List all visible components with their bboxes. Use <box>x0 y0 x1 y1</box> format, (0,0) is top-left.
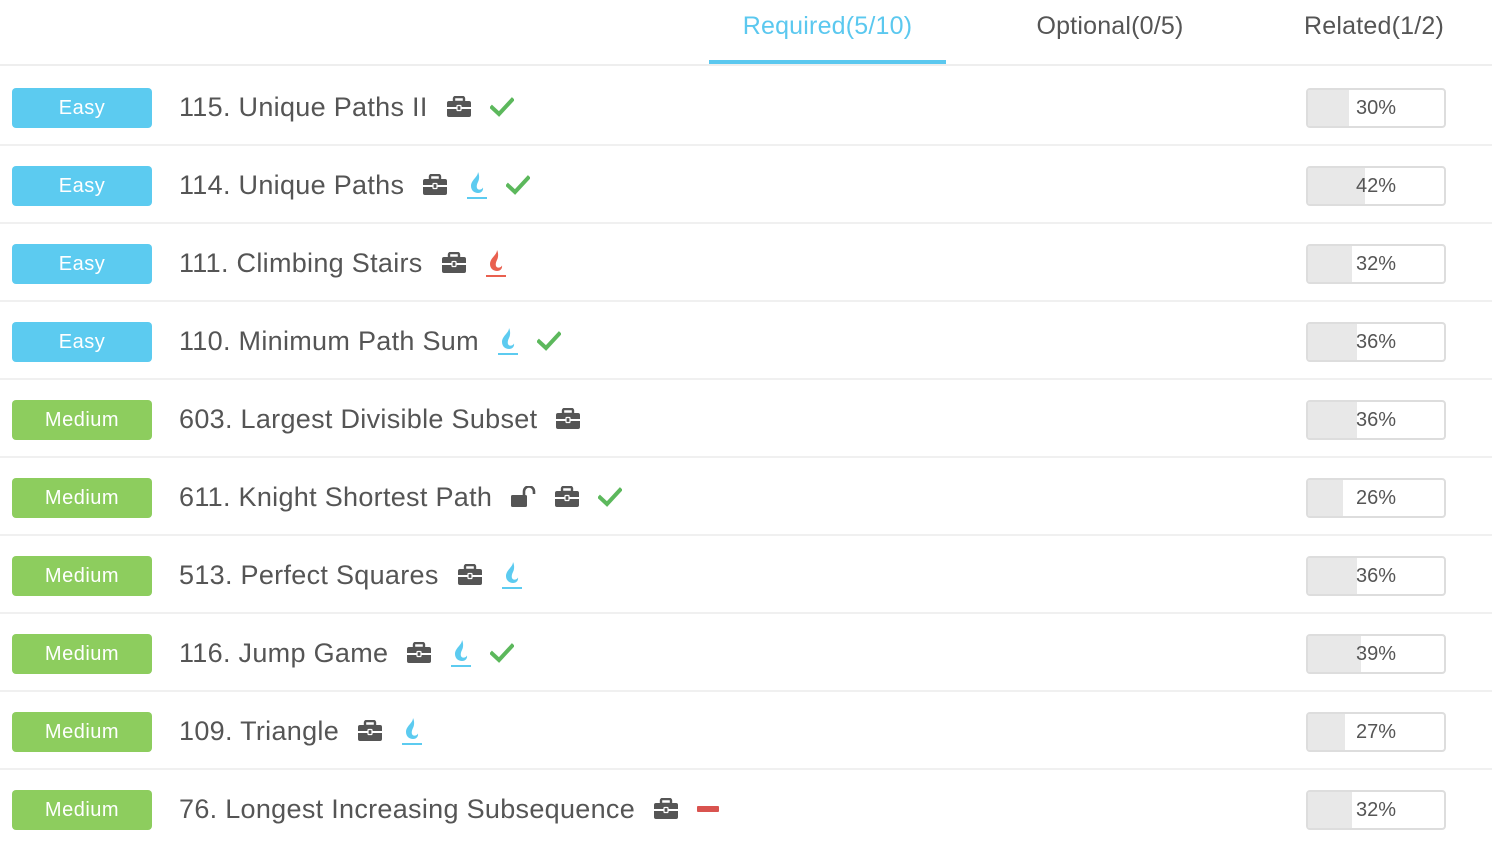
tab-required[interactable]: Required(5/10) <box>709 0 946 64</box>
problem-title-group: 611. Knight Shortest Path <box>179 458 640 536</box>
problem-title-link[interactable]: 603. Largest Divisible Subset <box>179 404 537 435</box>
difficulty-badge: Medium <box>12 556 152 596</box>
problem-row[interactable]: Medium 603. Largest Divisible Subset 36% <box>0 380 1492 458</box>
acceptance-rate-label: 32% <box>1355 253 1397 275</box>
acceptance-rate-label: 36% <box>1355 331 1397 353</box>
flame-blue-icon <box>466 170 488 200</box>
acceptance-rate-bar: 42% <box>1306 166 1446 206</box>
briefcase-icon <box>422 174 448 196</box>
tab-related[interactable]: Related(1/2) <box>1290 0 1458 64</box>
problem-title-link[interactable]: 109. Triangle <box>179 716 339 747</box>
problem-title-group: 109. Triangle <box>179 692 441 770</box>
acceptance-rate-bar: 36% <box>1306 556 1446 596</box>
difficulty-badge: Medium <box>12 634 152 674</box>
problem-title-group: 513. Perfect Squares <box>179 536 541 614</box>
problem-icons <box>555 408 599 430</box>
briefcase-icon <box>446 96 472 118</box>
problem-title-link[interactable]: 513. Perfect Squares <box>179 560 439 591</box>
problem-row[interactable]: Medium 611. Knight Shortest Path 26% <box>0 458 1492 536</box>
briefcase-icon <box>554 486 580 508</box>
check-icon <box>490 643 515 663</box>
acceptance-rate-label: 39% <box>1355 643 1397 665</box>
briefcase-icon <box>653 798 679 820</box>
flame-blue-icon <box>497 326 519 356</box>
problem-list: Easy 115. Unique Paths II 30% Easy 114. Uniq… <box>0 68 1492 848</box>
problem-title-group: 115. Unique Paths II <box>179 68 532 146</box>
acceptance-rate-label: 27% <box>1355 721 1397 743</box>
briefcase-icon <box>406 642 432 664</box>
acceptance-rate-bar: 30% <box>1306 88 1446 128</box>
problem-title-group: 116. Jump Game <box>179 614 532 692</box>
problem-row[interactable]: Easy 111. Climbing Stairs 32% <box>0 224 1492 302</box>
briefcase-icon <box>441 252 467 274</box>
difficulty-badge: Easy <box>12 244 152 284</box>
problem-icons <box>510 486 640 508</box>
acceptance-rate-bar: 39% <box>1306 634 1446 674</box>
flame-blue-icon <box>401 716 423 746</box>
acceptance-rate-bar: 36% <box>1306 322 1446 362</box>
problem-row[interactable]: Easy 114. Unique Paths 42% <box>0 146 1492 224</box>
difficulty-badge: Easy <box>12 322 152 362</box>
problem-title-link[interactable]: 110. Minimum Path Sum <box>179 326 479 357</box>
problem-title-link[interactable]: 114. Unique Paths <box>179 170 404 201</box>
tab-bar: Required(5/10) Optional(0/5) Related(1/2… <box>0 0 1492 66</box>
check-icon <box>536 331 561 351</box>
acceptance-rate-label: 42% <box>1355 175 1397 197</box>
acceptance-rate-bar: 36% <box>1306 400 1446 440</box>
problem-title-link[interactable]: 111. Climbing Stairs <box>179 248 423 279</box>
minus-icon <box>697 804 720 814</box>
problem-icons <box>441 248 525 278</box>
problem-row[interactable]: Medium 109. Triangle 27% <box>0 692 1492 770</box>
problem-title-link[interactable]: 116. Jump Game <box>179 638 388 669</box>
difficulty-badge: Easy <box>12 166 152 206</box>
problem-title-link[interactable]: 76. Longest Increasing Subsequence <box>179 794 635 825</box>
difficulty-badge: Medium <box>12 400 152 440</box>
acceptance-rate-label: 36% <box>1355 565 1397 587</box>
problem-row[interactable]: Easy 110. Minimum Path Sum 36% <box>0 302 1492 380</box>
problem-icons <box>357 716 441 746</box>
briefcase-icon <box>457 564 483 586</box>
difficulty-badge: Easy <box>12 88 152 128</box>
problem-icons <box>497 326 579 356</box>
acceptance-rate-label: 26% <box>1355 487 1397 509</box>
flame-blue-icon <box>450 638 472 668</box>
acceptance-rate-label: 36% <box>1355 409 1397 431</box>
acceptance-rate-label: 30% <box>1355 97 1397 119</box>
briefcase-icon <box>555 408 581 430</box>
problem-row[interactable]: Medium 116. Jump Game 39% <box>0 614 1492 692</box>
problem-row[interactable]: Medium 76. Longest Increasing Subsequence… <box>0 770 1492 848</box>
difficulty-badge: Medium <box>12 712 152 752</box>
problem-title-group: 110. Minimum Path Sum <box>179 302 579 380</box>
problem-icons <box>422 170 548 200</box>
problem-title-group: 603. Largest Divisible Subset <box>179 380 599 458</box>
problem-title-link[interactable]: 611. Knight Shortest Path <box>179 482 492 513</box>
problem-icons <box>457 560 541 590</box>
problem-title-link[interactable]: 115. Unique Paths II <box>179 92 428 123</box>
problem-icons <box>653 798 737 820</box>
problem-row[interactable]: Easy 115. Unique Paths II 30% <box>0 68 1492 146</box>
check-icon <box>506 175 531 195</box>
problem-icons <box>406 638 532 668</box>
problem-title-group: 76. Longest Increasing Subsequence <box>179 770 737 848</box>
problem-icons <box>446 96 532 118</box>
problem-title-group: 114. Unique Paths <box>179 146 548 224</box>
check-icon <box>489 97 514 117</box>
acceptance-rate-bar: 27% <box>1306 712 1446 752</box>
flame-blue-icon <box>501 560 523 590</box>
acceptance-rate-bar: 32% <box>1306 244 1446 284</box>
problem-title-group: 111. Climbing Stairs <box>179 224 525 302</box>
difficulty-badge: Medium <box>12 478 152 518</box>
briefcase-icon <box>357 720 383 742</box>
acceptance-rate-label: 32% <box>1355 799 1397 821</box>
acceptance-rate-bar: 26% <box>1306 478 1446 518</box>
tab-optional[interactable]: Optional(0/5) <box>1016 0 1204 64</box>
unlock-icon <box>510 486 536 508</box>
flame-red-icon <box>485 248 507 278</box>
problem-row[interactable]: Medium 513. Perfect Squares 36% <box>0 536 1492 614</box>
difficulty-badge: Medium <box>12 790 152 830</box>
acceptance-rate-bar: 32% <box>1306 790 1446 830</box>
check-icon <box>598 487 623 507</box>
